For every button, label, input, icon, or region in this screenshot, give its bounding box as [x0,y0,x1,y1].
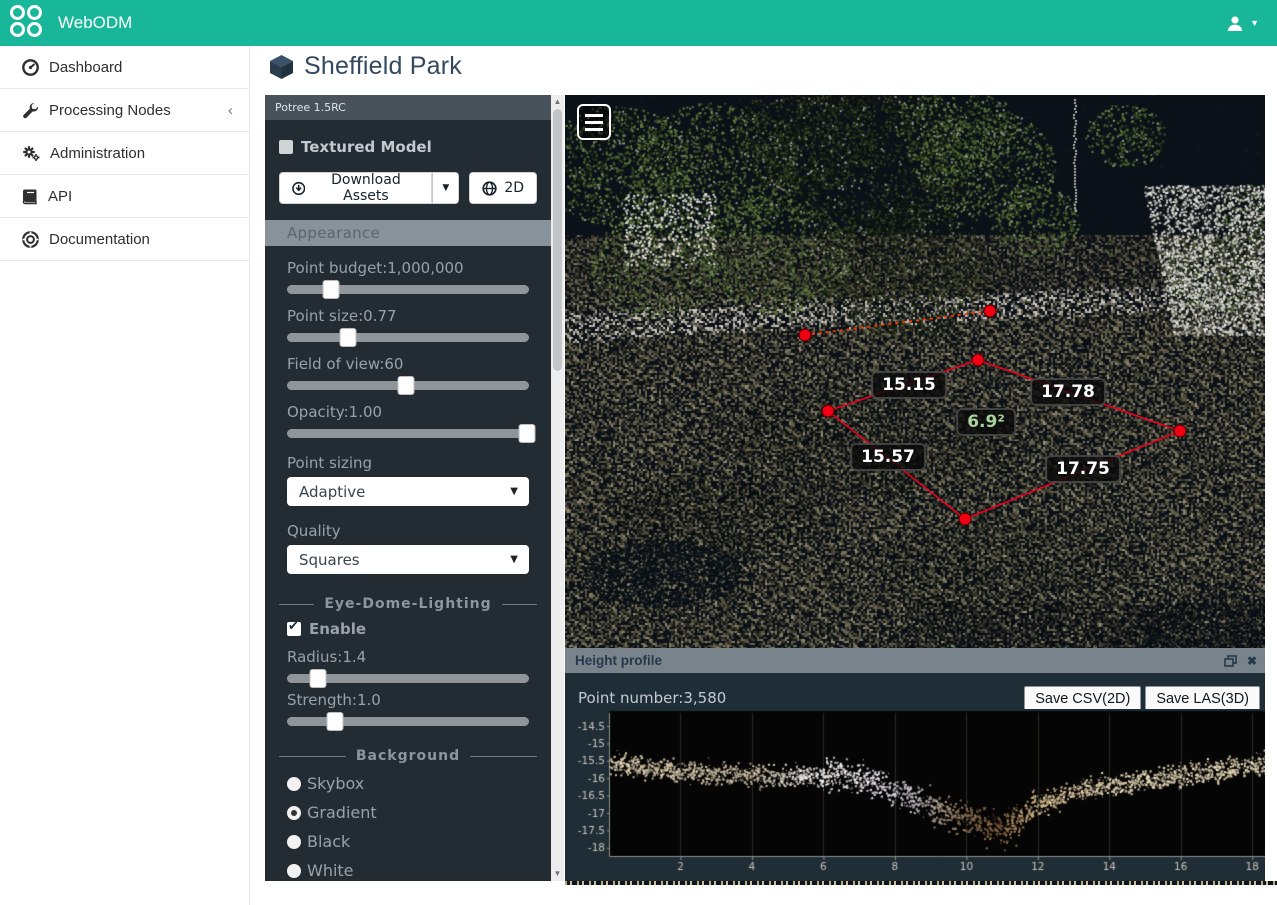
height-profile-panel: Height profile ✖ Point number:3,580 Save… [565,648,1265,881]
background-option-skybox[interactable]: Skybox [287,774,529,793]
chevron-left-icon[interactable]: ‹ [228,102,233,119]
edl-enable-toggle[interactable]: Enable [287,620,529,638]
point-size-control: Point size:0.77 [287,307,529,342]
brand[interactable]: WebODM [10,5,132,41]
scroll-up-arrow-icon[interactable]: ▲ [551,96,564,108]
chevron-down-icon: ▼ [510,486,518,497]
scrollbar-thumb[interactable] [553,109,562,371]
brand-name: WebODM [58,13,132,33]
sidebar-item-label: API [48,188,72,205]
slider-handle[interactable] [322,280,339,299]
edge-measurement-label: 17.75 [1045,455,1121,483]
webodm-logo-icon [10,5,46,41]
download-icon [292,181,305,196]
user-menu[interactable]: ▼ [1226,15,1259,32]
globe-icon [482,181,497,196]
scroll-down-arrow-icon[interactable]: ▼ [551,868,564,880]
background-option-black[interactable]: Black [287,832,529,851]
download-assets-button[interactable]: Download Assets [279,172,432,204]
potree-settings-panel: Potree 1.5RC Textured Model Download Ass… [265,95,551,881]
dashboard-icon [22,59,39,76]
point-size-slider[interactable] [287,333,529,342]
sidebar-item-label: Dashboard [49,59,122,76]
potree-version-header: Potree 1.5RC [265,95,551,120]
field-of-view-control: Field of view:60 [287,355,529,390]
book-icon [22,188,38,205]
life-ring-icon [22,231,39,248]
sidebar-item-label: Processing Nodes [49,102,171,119]
background-options: Skybox Gradient Black White [279,774,537,880]
top-navbar: WebODM ▼ [0,0,1277,46]
edge-measurement-label: 15.57 [850,443,926,471]
viewer-menu-button[interactable] [577,104,611,140]
sidebar-item-api[interactable]: API [0,175,249,218]
slider-handle[interactable] [327,712,344,731]
edl-enable-checkbox[interactable] [287,622,301,636]
page-title: Sheffield Park [268,52,462,81]
point-number: Point number:3,580 [578,689,726,707]
wrench-icon [22,102,39,119]
height-profile-body: Point number:3,580 Save CSV(2D) Save LAS… [565,673,1265,881]
textured-model-toggle[interactable]: Textured Model [279,138,537,156]
close-icon[interactable]: ✖ [1247,654,1257,668]
slider-handle[interactable] [310,669,327,688]
radio-icon[interactable] [287,835,301,849]
slider-handle[interactable] [518,424,535,443]
sidebar-item-label: Documentation [49,231,150,248]
webodm-app: WebODM ▼ Dashboard Processing Nodes ‹ [0,0,1277,905]
quality-select[interactable]: Squares ▼ [287,545,529,574]
edge-measurement-label: 17.78 [1030,378,1106,406]
opacity-slider[interactable] [287,429,529,438]
chevron-down-icon: ▼ [510,554,518,565]
edge-measurement-label: 15.15 [871,371,947,399]
slider-handle[interactable] [397,376,414,395]
edl-strength-control: Strength:1.0 [287,691,529,726]
sidebar-item-documentation[interactable]: Documentation [0,218,249,261]
sidebar-item-label: Administration [50,145,145,162]
point-sizing-label: Point sizing [287,454,529,472]
main-sidebar: Dashboard Processing Nodes ‹ [0,46,250,905]
background-section: Background SkyboxGradientBlackWhite [279,748,537,880]
height-profile-header[interactable]: Height profile ✖ [565,648,1265,673]
view-2d-button[interactable]: 2D [469,172,537,204]
radio-icon[interactable] [287,777,301,791]
slider-handle[interactable] [339,328,356,347]
restore-window-icon[interactable] [1224,655,1237,667]
edl-radius-slider[interactable] [287,674,529,683]
point-budget-slider[interactable] [287,285,529,294]
point-sizing-select[interactable]: Adaptive ▼ [287,477,529,506]
field-of-view-slider[interactable] [287,381,529,390]
height-profile-chart[interactable] [575,709,1265,881]
eye-dome-lighting-section: Eye-Dome-Lighting Enable Radius:1.4 Stre… [279,596,537,726]
potree-panel-scrollbar[interactable]: ▲ ▼ [551,95,564,881]
area-measurement-label: 6.9² [956,408,1016,436]
appearance-section-header: Appearance [265,220,551,246]
textured-model-checkbox[interactable] [279,140,293,154]
edl-radius-control: Radius:1.4 [287,648,529,683]
point-cloud-viewer[interactable]: 15.15 17.78 6.9² 15.57 17.75 Height profile … [565,95,1265,881]
cogs-icon [22,145,40,162]
chevron-down-icon: ▼ [1250,18,1259,28]
background-option-gradient[interactable]: Gradient [287,803,529,822]
radio-icon[interactable] [287,806,301,820]
sidebar-item-administration[interactable]: Administration [0,132,249,175]
asset-buttons-row: Download Assets ▼ 2D [279,172,537,204]
edl-strength-slider[interactable] [287,717,529,726]
radio-icon[interactable] [287,864,301,878]
height-profile-title: Height profile [575,653,662,668]
sidebar-item-processing-nodes[interactable]: Processing Nodes ‹ [0,89,249,132]
clipped-content-strip [565,881,1277,885]
cube-icon [268,53,295,80]
background-option-white[interactable]: White [287,861,529,880]
sidebar-item-dashboard[interactable]: Dashboard [0,46,249,89]
opacity-control: Opacity:1.00 [287,403,529,438]
user-icon [1226,15,1244,32]
download-assets-dropdown-button[interactable]: ▼ [432,172,459,204]
quality-label: Quality [287,522,529,540]
point-budget-control: Point budget:1,000,000 [287,259,529,294]
